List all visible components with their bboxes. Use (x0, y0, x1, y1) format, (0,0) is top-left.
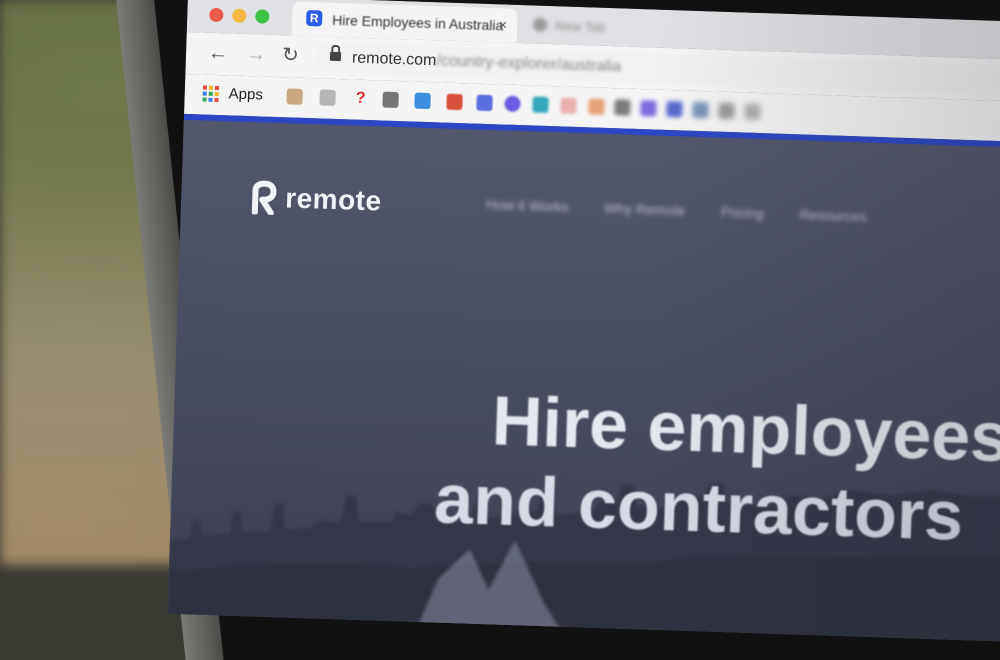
apps-grid-icon (202, 85, 219, 102)
logo-wordmark: remote (284, 182, 383, 217)
bookmark-7-icon[interactable] (476, 94, 493, 112)
bookmark-2-icon[interactable] (319, 89, 336, 106)
bookmark-3-icon[interactable]: ? (352, 90, 369, 108)
apps-shortcut[interactable]: Apps (202, 85, 263, 104)
lock-icon (330, 50, 339, 61)
forward-button[interactable]: → (246, 43, 267, 66)
nav-item-pricing[interactable]: Pricing (721, 204, 764, 221)
laptop-screen: R Hire Employees in Australia × New Tab … (167, 0, 1000, 642)
zoom-window-button[interactable] (255, 9, 270, 24)
bookmark-13-icon[interactable] (640, 100, 657, 117)
bookmark-1-icon[interactable] (286, 88, 303, 105)
apps-label: Apps (228, 85, 264, 104)
bookmark-17-icon[interactable] (744, 103, 761, 121)
remote-logo-icon (251, 180, 277, 216)
site-logo[interactable]: remote (251, 180, 382, 218)
nav-item-how-it-works[interactable]: How it Works (486, 196, 569, 215)
url-domain: remote.com (351, 49, 437, 70)
bookmark-12-icon[interactable] (614, 99, 631, 116)
back-button[interactable]: ← (208, 42, 229, 65)
tab-close-icon[interactable]: × (499, 16, 508, 32)
bookmark-4-icon[interactable] (382, 91, 399, 109)
tab-title: Hire Employees in Australia (331, 11, 504, 34)
close-window-button[interactable] (209, 7, 224, 23)
url-path: /country-explorer/australia (436, 52, 622, 76)
minimize-window-button[interactable] (232, 8, 247, 23)
tab-favicon-icon (532, 17, 548, 32)
nav-item-resources[interactable]: Resources (799, 206, 866, 224)
bookmark-10-icon[interactable] (560, 97, 577, 114)
bookmark-15-icon[interactable] (692, 101, 709, 119)
tab-new[interactable]: New Tab (527, 13, 748, 46)
bookmark-16-icon[interactable] (718, 102, 735, 120)
bookmark-11-icon[interactable] (588, 98, 605, 115)
bookmark-8-icon[interactable] (504, 95, 521, 113)
bookmark-9-icon[interactable] (532, 96, 549, 114)
bookmark-6-icon[interactable] (446, 93, 463, 111)
bookmark-14-icon[interactable] (666, 100, 683, 118)
site-nav: How it Works Why Remote Pricing Resource… (486, 196, 899, 226)
url-text: remote.com/country-explorer/australia (352, 49, 622, 76)
tab-title: New Tab (554, 18, 606, 35)
remote-logo-icon: R (306, 9, 323, 27)
bookmark-5-icon[interactable] (414, 92, 431, 110)
reload-button[interactable]: ↻ (282, 44, 299, 67)
hero-headline: Hire employees and contractors (433, 380, 1000, 557)
nav-item-why-remote[interactable]: Why Remote (604, 200, 685, 219)
website-content: remote How it Works Why Remote Pricing R… (167, 119, 1000, 642)
